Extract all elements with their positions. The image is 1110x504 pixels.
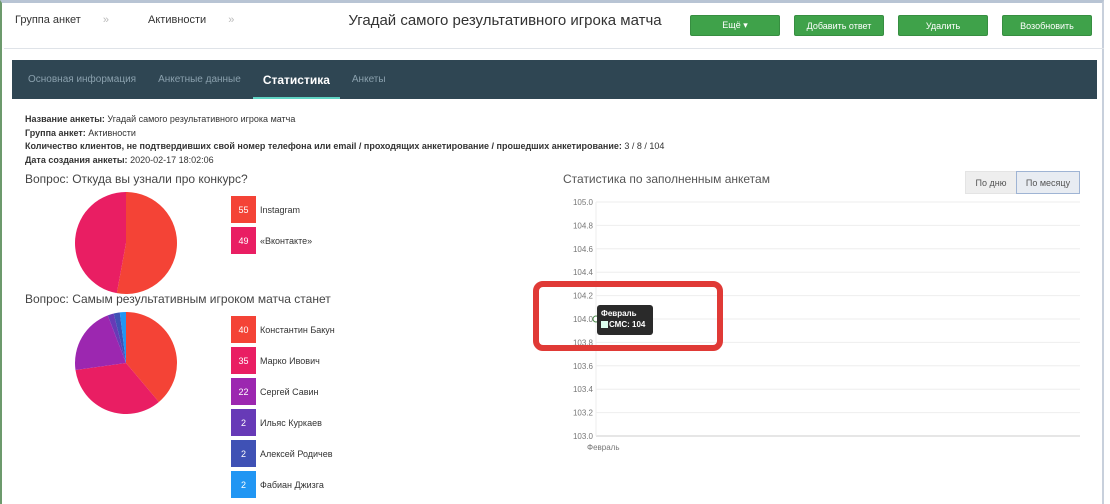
legend-count: 22 <box>231 378 256 405</box>
tab-survey-data[interactable]: Анкетные данные <box>158 60 241 99</box>
more-button[interactable]: Ещё ▾ <box>690 15 780 36</box>
legend-count: 49 <box>231 227 256 254</box>
y-tick-label: 103.0 <box>573 432 594 441</box>
info-label: Количество клиентов, не подтвердивших св… <box>25 141 622 151</box>
legend-label: Константин Бакун <box>260 324 335 335</box>
line-chart-title: Статистика по заполненным анкетам <box>563 172 770 186</box>
y-tick-label: 103.2 <box>573 409 594 418</box>
tooltip-title: Февраль <box>601 309 637 318</box>
tooltip-label: СМС: 104 <box>609 320 646 329</box>
legend-count: 40 <box>231 316 256 343</box>
question-title: Вопрос: Самым результативным игроком мат… <box>25 292 331 306</box>
y-tick-label: 104.8 <box>573 221 594 230</box>
legend-label: «Вконтакте» <box>260 235 313 246</box>
legend-label: Марко Ивович <box>260 355 320 366</box>
legend-label: Сергей Савин <box>260 386 319 397</box>
legend-count: 2 <box>231 409 256 436</box>
info-label: Группа анкет: <box>25 127 86 138</box>
add-answer-button[interactable]: Добавить ответ <box>794 15 884 36</box>
legend-item[interactable]: 22 Сергей Савин <box>231 378 335 405</box>
legend-item[interactable]: 40 Константин Бакун <box>231 316 335 343</box>
tab-bar: Основная информация Анкетные данные Стат… <box>12 60 1097 99</box>
info-label: Дата создания анкеты: <box>25 154 128 165</box>
x-tick-label: Февраль <box>587 443 620 452</box>
resume-button[interactable]: Возобновить <box>1002 15 1092 36</box>
y-tick-label: 103.4 <box>573 385 594 394</box>
pie-legend: 40 Константин Бакун 35 Марко Ивович 22 Сергей… <box>231 316 335 502</box>
legend-item[interactable]: 35 Марко Ивович <box>231 347 335 374</box>
info-label: Название анкеты: <box>25 114 105 124</box>
legend-item[interactable]: 2 Ильяс Куркаев <box>231 409 335 436</box>
pie-chart-player <box>75 312 177 414</box>
y-tick-label: 104.4 <box>573 268 594 277</box>
legend-item[interactable]: 2 Фабиан Джизга <box>231 471 335 498</box>
legend-count: 2 <box>231 440 256 467</box>
y-tick-label: 105.0 <box>573 198 594 207</box>
tab-main-info[interactable]: Основная информация <box>28 60 136 99</box>
delete-button[interactable]: Удалить <box>898 15 988 36</box>
info-value: 3 / 8 / 104 <box>624 141 665 151</box>
info-value: Угадай самого результативного игрока мат… <box>107 114 296 124</box>
tab-surveys[interactable]: Анкеты <box>352 60 386 99</box>
y-tick-label: 103.6 <box>573 362 594 371</box>
info-value: 2020-02-17 18:02:06 <box>130 154 214 165</box>
legend-item[interactable]: 49 «Вконтакте» <box>231 227 312 254</box>
question-title: Вопрос: Откуда вы узнали про конкурс? <box>25 172 248 186</box>
legend-item[interactable]: 2 Алексей Родичев <box>231 440 335 467</box>
tab-statistics[interactable]: Статистика <box>252 60 340 99</box>
by-month-button[interactable]: По месяцу <box>1016 171 1080 194</box>
series-swatch <box>601 321 608 329</box>
pie-slice[interactable] <box>75 192 126 294</box>
legend-label: Ильяс Куркаев <box>260 417 322 428</box>
info-value: Активности <box>88 127 136 138</box>
legend-count: 55 <box>231 196 256 223</box>
y-tick-label: 104.6 <box>573 245 594 254</box>
pie-chart-source <box>75 192 178 294</box>
legend-count: 35 <box>231 347 256 374</box>
legend-item[interactable]: 55 Instagram <box>231 196 312 223</box>
legend-label: Алексей Родичев <box>260 448 333 459</box>
chart-tooltip: Февраль СМС: 104 <box>597 305 653 335</box>
pie-legend: 55 Instagram 49 «Вконтакте» <box>231 196 312 258</box>
legend-label: Фабиан Джизга <box>260 479 324 490</box>
by-day-button[interactable]: По дню <box>965 171 1017 194</box>
survey-info: Название анкеты: Угадай самого результат… <box>25 113 664 167</box>
divider <box>4 48 1104 49</box>
legend-label: Instagram <box>260 204 301 215</box>
legend-count: 2 <box>231 471 256 498</box>
